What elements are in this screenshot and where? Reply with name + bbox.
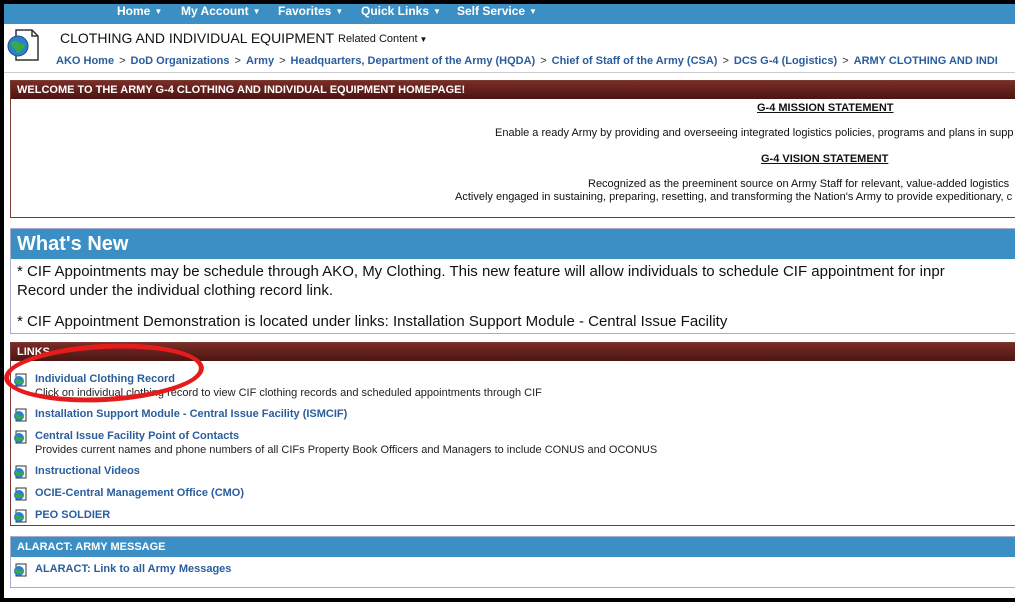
link-title[interactable]: PEO SOLDIER: [35, 509, 110, 521]
link-title[interactable]: OCIE-Central Management Office (CMO): [35, 487, 244, 499]
breadcrumb-separator: >: [234, 55, 241, 67]
breadcrumb-separator: >: [540, 55, 547, 67]
globe-link-icon: [14, 465, 27, 479]
breadcrumb: AKO Home > DoD Organizations > Army > Headquar…: [56, 55, 998, 67]
link-title[interactable]: Installation Support Module - Central Is…: [35, 408, 347, 420]
vision-text-2: Actively engaged in sustaining, preparin…: [455, 191, 1013, 203]
nav-label: Favorites: [278, 4, 332, 18]
page: Home ▼ My Account ▼ Favorites ▼ Quick Links…: [4, 4, 1015, 598]
whats-new-line-2: Record under the individual clothing rec…: [17, 282, 334, 299]
whats-new-line-3: * CIF Appointment Demonstration is locat…: [17, 313, 728, 330]
link-title[interactable]: Instructional Videos: [35, 465, 140, 477]
nav-quick-links[interactable]: Quick Links ▼: [361, 4, 441, 24]
globe-document-icon: [7, 29, 39, 61]
breadcrumb-separator: >: [842, 55, 849, 67]
nav-my-account[interactable]: My Account ▼: [181, 4, 260, 24]
link-title[interactable]: Central Issue Facility Point of Contacts: [35, 430, 239, 442]
globe-link-icon: [14, 563, 27, 577]
related-content-menu[interactable]: Related Content ▼: [338, 33, 427, 45]
caret-down-icon: ▼: [419, 35, 428, 44]
caret-down-icon: ▼: [252, 7, 261, 16]
caret-down-icon: ▼: [433, 7, 441, 16]
nav-self-service[interactable]: Self Service ▼: [457, 4, 537, 24]
related-content-label: Related Content: [338, 33, 418, 45]
vision-text-1: Recognized as the preeminent source on A…: [588, 178, 1010, 190]
nav-label: Quick Links: [361, 4, 430, 18]
breadcrumb-csa[interactable]: Chief of Staff of the Army (CSA): [552, 55, 718, 67]
mission-heading: G-4 MISSION STATEMENT: [757, 102, 894, 114]
caret-down-icon: ▼: [529, 7, 537, 16]
globe-link-icon: [14, 430, 27, 444]
whats-new-line-1: * CIF Appointments may be schedule throu…: [17, 263, 945, 280]
globe-link-icon: [14, 509, 27, 523]
vision-heading: G-4 VISION STATEMENT: [761, 153, 889, 165]
mission-text: Enable a ready Army by providing and ove…: [495, 127, 1014, 139]
nav-label: Home: [117, 4, 151, 18]
breadcrumb-dod-organizations[interactable]: DoD Organizations: [131, 55, 230, 67]
welcome-panel: WELCOME TO THE ARMY G-4 CLOTHING AND IND…: [10, 80, 1015, 218]
breadcrumb-ako-home[interactable]: AKO Home: [56, 55, 114, 67]
breadcrumb-army-clothing[interactable]: ARMY CLOTHING AND INDI: [854, 55, 998, 67]
nav-favorites[interactable]: Favorites ▼: [278, 4, 343, 24]
site-title: CLOTHING AND INDIVIDUAL EQUIPMENT: [60, 30, 335, 46]
screenshot-frame: Home ▼ My Account ▼ Favorites ▼ Quick Links…: [0, 0, 1015, 602]
alaract-panel: ALARACT: ARMY MESSAGE ALARACT: Link to a…: [10, 536, 1015, 588]
caret-down-icon: ▼: [335, 7, 344, 16]
whats-new-title: What's New: [11, 229, 1015, 259]
globe-link-icon: [14, 408, 27, 422]
globe-link-icon: [14, 487, 27, 501]
breadcrumb-dcs-g4[interactable]: DCS G-4 (Logistics): [734, 55, 837, 67]
whats-new-panel: What's New * CIF Appointments may be sch…: [10, 228, 1015, 334]
nav-home[interactable]: Home ▼: [117, 4, 162, 24]
caret-down-icon: ▼: [154, 7, 163, 16]
breadcrumb-army[interactable]: Army: [246, 55, 274, 67]
breadcrumb-hqda[interactable]: Headquarters, Department of the Army (HQ…: [291, 55, 536, 67]
nav-label: My Account: [181, 4, 249, 18]
breadcrumb-separator: >: [119, 55, 126, 67]
welcome-title: WELCOME TO THE ARMY G-4 CLOTHING AND IND…: [11, 81, 1015, 99]
link-title[interactable]: ALARACT: Link to all Army Messages: [35, 563, 231, 575]
page-header: CLOTHING AND INDIVIDUAL EQUIPMENT Relate…: [4, 24, 1015, 73]
alaract-title: ALARACT: ARMY MESSAGE: [11, 537, 1015, 557]
breadcrumb-separator: >: [279, 55, 286, 67]
breadcrumb-separator: >: [722, 55, 729, 67]
top-nav: Home ▼ My Account ▼ Favorites ▼ Quick Links…: [4, 4, 1015, 24]
link-description: Provides current names and phone numbers…: [35, 444, 658, 456]
nav-label: Self Service: [457, 4, 526, 18]
